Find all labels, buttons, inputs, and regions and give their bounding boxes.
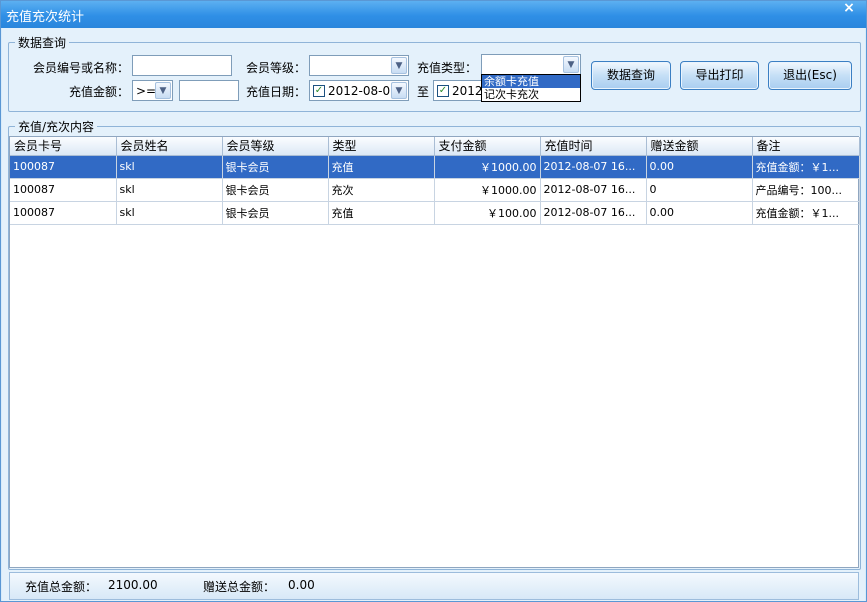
column-header[interactable]: 会员卡号 [10,137,117,156]
cell-remark: 充值金额：￥1... [752,155,860,179]
cell-type: 充次 [328,178,435,202]
chevron-down-icon[interactable]: ▼ [155,82,171,99]
table-row[interactable]: 100087 skl 银卡会员 充次 ￥1000.00 2012-08-07 1… [10,178,860,202]
date-to-picker[interactable]: ✓ 2012- [433,80,487,101]
member-level-select[interactable]: ▼ [309,55,409,76]
cell-remark: 充值金额：￥1... [752,201,860,225]
cell-gift-amount: 0.00 [646,155,753,179]
total-gift-label: 赠送总金额： [203,580,276,594]
cell-gift-amount: 0.00 [646,201,753,225]
column-header[interactable]: 充值时间 [540,137,647,156]
member-id-label: 会员编号或名称： [33,61,130,75]
cell-member-level: 银卡会员 [222,155,329,179]
table-header-row: 会员卡号 会员姓名 会员等级 类型 支付金额 充值时间 赠送金额 备注 [10,137,860,156]
cell-pay-amount: ￥100.00 [434,201,541,225]
cell-member-name: skl [116,201,223,225]
checkmark-icon[interactable]: ✓ [437,85,449,97]
recharge-type-label: 充值类型： [417,61,478,75]
recharge-type-option[interactable]: 余额卡充值 [482,75,580,88]
cell-card-no: 100087 [10,201,117,225]
cell-card-no: 100087 [10,155,117,179]
recharge-amount-input[interactable] [179,80,239,101]
amount-operator-value: >= [136,84,157,98]
cell-recharge-time: 2012-08-07 16... [540,201,647,225]
records-table: 会员卡号 会员姓名 会员等级 类型 支付金额 充值时间 赠送金额 备注 1000… [10,137,860,225]
cell-pay-amount: ￥1000.00 [434,155,541,179]
total-recharge-value: 2100.00 [108,578,158,592]
cell-pay-amount: ￥1000.00 [434,178,541,202]
member-level-label: 会员等级： [246,61,307,75]
column-header[interactable]: 支付金额 [434,137,541,156]
cell-recharge-time: 2012-08-07 16... [540,155,647,179]
chevron-down-icon[interactable]: ▼ [391,82,407,99]
content-group-legend: 充值/充次内容 [18,120,95,134]
query-group-legend: 数据查询 [18,36,67,50]
date-to-separator: 至 [417,85,430,99]
recharge-statistics-window: 充值充次统计 × 数据查询 会员编号或名称： 会员等级： ▼ 充值类型： ▼ 余… [0,0,867,602]
recharge-type-option[interactable]: 记次卡充次 [482,88,580,101]
checkmark-icon[interactable]: ✓ [313,85,325,97]
data-query-button[interactable]: 数据查询 [591,61,671,90]
column-header[interactable]: 备注 [752,137,860,156]
date-from-value: 2012-08-07 [328,84,398,98]
column-header[interactable]: 会员姓名 [116,137,223,156]
close-icon[interactable]: × [838,1,860,17]
column-header[interactable]: 类型 [328,137,435,156]
table-row[interactable]: 100087 skl 银卡会员 充值 ￥1000.00 2012-08-07 1… [10,155,860,179]
cell-type: 充值 [328,201,435,225]
cell-member-name: skl [116,155,223,179]
amount-operator-select[interactable]: >= ▼ [132,80,173,101]
cell-gift-amount: 0 [646,178,753,202]
cell-type: 充值 [328,155,435,179]
column-header[interactable]: 会员等级 [222,137,329,156]
records-grid[interactable]: 会员卡号 会员姓名 会员等级 类型 支付金额 充值时间 赠送金额 备注 1000… [9,136,860,568]
recharge-type-select[interactable]: ▼ [481,54,581,75]
cell-recharge-time: 2012-08-07 16... [540,178,647,202]
total-gift-value: 0.00 [288,578,315,592]
window-title: 充值充次统计 [6,10,85,25]
member-id-input[interactable] [132,55,232,76]
status-bar: 充值总金额： 2100.00 赠送总金额： 0.00 [9,572,859,600]
date-from-picker[interactable]: ✓ 2012-08-07 ▼ [309,80,409,101]
cell-card-no: 100087 [10,178,117,202]
total-recharge-label: 充值总金额： [25,580,98,594]
export-print-button[interactable]: 导出打印 [680,61,759,90]
title-bar[interactable]: 充值充次统计 × [1,1,866,28]
recharge-amount-label: 充值金额： [69,85,130,99]
recharge-date-label: 充值日期： [246,85,307,99]
chevron-down-icon[interactable]: ▼ [563,56,579,73]
cell-member-name: skl [116,178,223,202]
chevron-down-icon[interactable]: ▼ [391,57,407,74]
column-header[interactable]: 赠送金额 [646,137,753,156]
cell-remark: 产品编号：100... [752,178,860,202]
recharge-type-dropdown: 余额卡充值 记次卡充次 [481,74,581,102]
table-row[interactable]: 100087 skl 银卡会员 充值 ￥100.00 2012-08-07 16… [10,201,860,225]
cell-member-level: 银卡会员 [222,201,329,225]
exit-button[interactable]: 退出(Esc) [768,61,852,90]
cell-member-level: 银卡会员 [222,178,329,202]
